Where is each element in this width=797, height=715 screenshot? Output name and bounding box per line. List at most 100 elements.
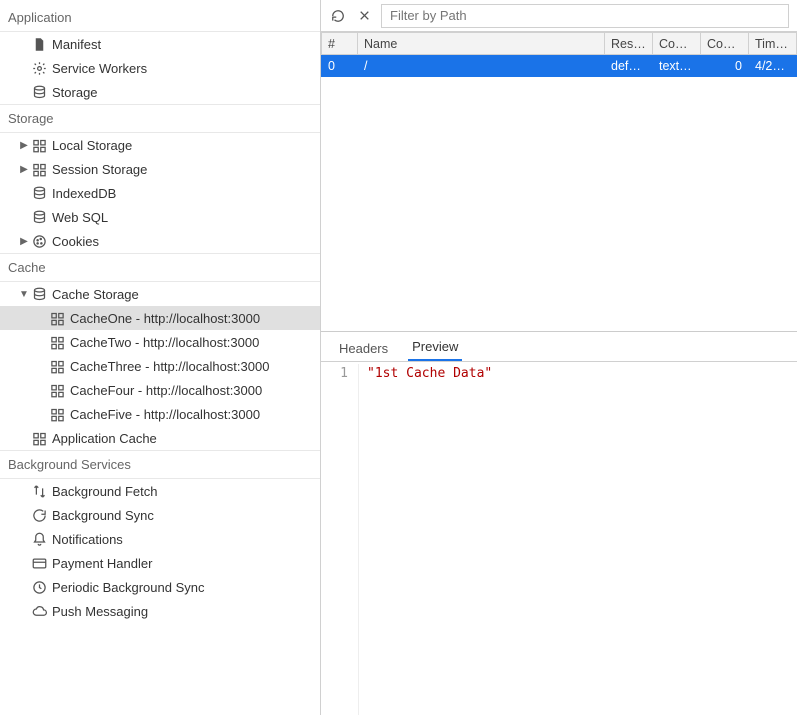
- tree-item-label: CacheTwo - http://localhost:3000: [66, 335, 259, 350]
- grid-icon: [48, 383, 66, 398]
- tree-item-label: Storage: [48, 85, 98, 100]
- tree-item[interactable]: ▶Notifications: [0, 527, 320, 551]
- sync-icon: [30, 508, 48, 523]
- clear-button[interactable]: [355, 7, 373, 25]
- section-header: Storage: [0, 104, 320, 133]
- col-header-response-type[interactable]: Resp…: [605, 33, 653, 55]
- grid-icon: [48, 407, 66, 422]
- cache-table: # Name Resp… Cont… Cont… Tim… 0/defa…tex…: [321, 32, 797, 332]
- col-header-name[interactable]: Name: [358, 33, 605, 55]
- db-icon: [30, 186, 48, 201]
- chevron-down-icon[interactable]: ▼: [18, 289, 30, 300]
- tree-item-label: CacheFive - http://localhost:3000: [66, 407, 260, 422]
- chevron-right-icon[interactable]: ▶: [18, 236, 30, 247]
- tree-item[interactable]: ▶Periodic Background Sync: [0, 575, 320, 599]
- tree-item-label: Session Storage: [48, 162, 147, 177]
- tree-item[interactable]: ▶Push Messaging: [0, 599, 320, 623]
- gear-icon: [30, 61, 48, 76]
- bell-icon: [30, 532, 48, 547]
- grid-icon: [48, 359, 66, 374]
- tree-item[interactable]: ▶Payment Handler: [0, 551, 320, 575]
- close-icon: [358, 9, 371, 22]
- tree-item[interactable]: ▶Background Sync: [0, 503, 320, 527]
- grid-icon: [30, 431, 48, 446]
- section-header: Application: [0, 4, 320, 32]
- tree-item[interactable]: ▼ Cache Storage: [0, 282, 320, 306]
- grid-icon: [30, 162, 48, 177]
- tree-item[interactable]: ▶Service Workers: [0, 56, 320, 80]
- preview-panel: Headers Preview 1 "1st Cache Data": [321, 332, 797, 715]
- tree-item[interactable]: ▶Manifest: [0, 32, 320, 56]
- tree-item-label: Manifest: [48, 37, 101, 52]
- doc-icon: [30, 37, 48, 52]
- tab-preview[interactable]: Preview: [408, 333, 462, 361]
- refresh-icon: [331, 9, 345, 23]
- filter-input[interactable]: [381, 4, 789, 28]
- grid-icon: [48, 311, 66, 326]
- main-panel: # Name Resp… Cont… Cont… Tim… 0/defa…tex…: [321, 0, 797, 715]
- cloud-icon: [30, 604, 48, 619]
- tree-item[interactable]: ▶Web SQL: [0, 205, 320, 229]
- cell-cl: 0: [701, 55, 749, 77]
- section-header: Cache: [0, 253, 320, 282]
- db-icon: [30, 210, 48, 225]
- tree-item-label: IndexedDB: [48, 186, 116, 201]
- grid-icon: [30, 138, 48, 153]
- tree-item[interactable]: ▶CacheFour - http://localhost:3000: [0, 378, 320, 402]
- preview-text: "1st Cache Data": [359, 364, 500, 715]
- tree-item-label: Cache Storage: [48, 287, 139, 302]
- tree-item-label: CacheFour - http://localhost:3000: [66, 383, 262, 398]
- cell-name: /: [358, 55, 605, 77]
- card-icon: [30, 556, 48, 571]
- db-icon: [30, 287, 48, 302]
- table-header-row: # Name Resp… Cont… Cont… Tim…: [322, 33, 797, 55]
- cell-idx: 0: [322, 55, 358, 77]
- table-body: 0/defa…text/…04/21…: [322, 55, 797, 77]
- section-header: Background Services: [0, 450, 320, 479]
- tree-item-label: Notifications: [48, 532, 123, 547]
- tree-item-label: Cookies: [48, 234, 99, 249]
- tree-item[interactable]: ▶CacheTwo - http://localhost:3000: [0, 330, 320, 354]
- preview-tabs: Headers Preview: [321, 332, 797, 362]
- cell-tm: 4/21…: [749, 55, 797, 77]
- tree-item[interactable]: ▶ Session Storage: [0, 157, 320, 181]
- tree-item-label: Periodic Background Sync: [48, 580, 204, 595]
- tree-item[interactable]: ▶ Cookies: [0, 229, 320, 253]
- sidebar: Application▶Manifest▶Service Workers▶Sto…: [0, 0, 321, 715]
- cell-ct: text/…: [653, 55, 701, 77]
- col-header-index[interactable]: #: [322, 33, 358, 55]
- clock-icon: [30, 580, 48, 595]
- tree-item[interactable]: ▶CacheFive - http://localhost:3000: [0, 402, 320, 426]
- cell-resp: defa…: [605, 55, 653, 77]
- tree-item[interactable]: ▶CacheThree - http://localhost:3000: [0, 354, 320, 378]
- tree-item-label: Application Cache: [48, 431, 157, 446]
- tree-item-label: Payment Handler: [48, 556, 152, 571]
- tab-headers[interactable]: Headers: [335, 335, 392, 361]
- tree-item[interactable]: ▶IndexedDB: [0, 181, 320, 205]
- line-number: 1: [321, 364, 359, 715]
- tree-item-label: CacheThree - http://localhost:3000: [66, 359, 269, 374]
- tree-item-label: Background Fetch: [48, 484, 158, 499]
- tree-item[interactable]: ▶ Local Storage: [0, 133, 320, 157]
- chevron-right-icon[interactable]: ▶: [18, 164, 30, 175]
- tree-item-label: Web SQL: [48, 210, 108, 225]
- tree-item[interactable]: ▶Storage: [0, 80, 320, 104]
- updown-icon: [30, 484, 48, 499]
- tree-item[interactable]: ▶Background Fetch: [0, 479, 320, 503]
- tree-item-label: Service Workers: [48, 61, 147, 76]
- db-icon: [30, 85, 48, 100]
- grid-icon: [48, 335, 66, 350]
- chevron-right-icon[interactable]: ▶: [18, 140, 30, 151]
- preview-content: 1 "1st Cache Data": [321, 362, 797, 715]
- col-header-content-length[interactable]: Cont…: [701, 33, 749, 55]
- col-header-time-cached[interactable]: Tim…: [749, 33, 797, 55]
- tree-item-label: Background Sync: [48, 508, 154, 523]
- col-header-content-type[interactable]: Cont…: [653, 33, 701, 55]
- table-row[interactable]: 0/defa…text/…04/21…: [322, 55, 797, 77]
- toolbar: [321, 0, 797, 32]
- tree-item[interactable]: ▶CacheOne - http://localhost:3000: [0, 306, 320, 330]
- tree-item-label: Local Storage: [48, 138, 132, 153]
- tree-item-label: CacheOne - http://localhost:3000: [66, 311, 260, 326]
- refresh-button[interactable]: [329, 7, 347, 25]
- tree-item[interactable]: ▶Application Cache: [0, 426, 320, 450]
